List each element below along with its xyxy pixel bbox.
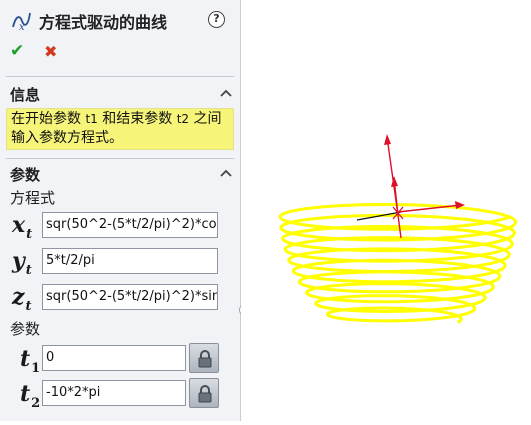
spiral-curve-path <box>278 203 518 324</box>
t2-end-input[interactable]: -10*2*pi <box>42 380 186 406</box>
info-text-part1: 在开始参数 <box>11 111 86 127</box>
panel-title: 方程式驱动的曲线 <box>39 13 168 32</box>
y-equation-input[interactable]: 5*t/2/pi <box>42 248 218 274</box>
info-t1: t1 <box>85 112 98 126</box>
var-subscript: t <box>25 263 32 278</box>
info-text-part2: 和结束参数 <box>97 111 177 127</box>
curve-preview <box>278 134 518 324</box>
info-t2: t2 <box>176 112 190 126</box>
parameters-section-header[interactable]: 参数 <box>10 164 40 185</box>
equations-label: 方程式 <box>10 189 56 207</box>
triad-arrowhead-up <box>384 134 391 145</box>
divider <box>6 76 234 77</box>
svg-text:x: x <box>19 22 25 31</box>
lock-icon <box>198 385 212 403</box>
t1-lock-button[interactable] <box>189 343 219 373</box>
origin-triad <box>356 134 465 239</box>
property-manager-panel: x 方程式驱动的曲线 ? ✔ ✖ 信息 在开始参数 t1 和结束参数 t2 之间… <box>0 0 241 421</box>
chevron-up-icon[interactable] <box>220 168 232 178</box>
var-symbol: x <box>12 212 26 238</box>
graphics-viewport[interactable] <box>241 0 531 421</box>
y-variable-label: yt <box>12 248 40 278</box>
info-section-header[interactable]: 信息 <box>10 84 40 105</box>
help-icon[interactable]: ? <box>208 11 225 28</box>
title-bar: x 方程式驱动的曲线 ? <box>0 0 240 38</box>
curve-function-icon: x <box>12 12 31 31</box>
var-symbol: z <box>12 284 25 310</box>
cancel-icon[interactable]: ✖ <box>44 43 57 60</box>
var-subscript: t <box>26 227 33 242</box>
t2-lock-button[interactable] <box>189 378 219 408</box>
lock-icon <box>198 350 212 368</box>
spiral-curve <box>278 203 518 324</box>
parameters-label: 参数 <box>10 320 41 338</box>
chevron-up-icon[interactable] <box>220 88 232 98</box>
x-equation-input[interactable]: sqr(50^2-(5*t/2/pi)^2)*cos(t) <box>42 212 218 238</box>
z-variable-label: zt <box>12 284 40 314</box>
divider <box>6 158 234 159</box>
var-subscript: 1 <box>31 361 41 376</box>
t1-start-input[interactable]: 0 <box>42 345 186 371</box>
x-variable-label: xt <box>12 212 40 242</box>
var-subscript: t <box>25 299 32 314</box>
var-symbol: t <box>20 346 31 372</box>
var-subscript: 2 <box>31 396 41 411</box>
z-equation-input[interactable]: sqr(50^2-(5*t/2/pi)^2)*sin(t) <box>42 284 218 310</box>
info-message: 在开始参数 t1 和结束参数 t2 之间输入参数方程式。 <box>6 108 234 150</box>
var-symbol: y <box>12 248 25 274</box>
ok-icon[interactable]: ✔ <box>10 43 24 60</box>
var-symbol: t <box>20 381 31 407</box>
